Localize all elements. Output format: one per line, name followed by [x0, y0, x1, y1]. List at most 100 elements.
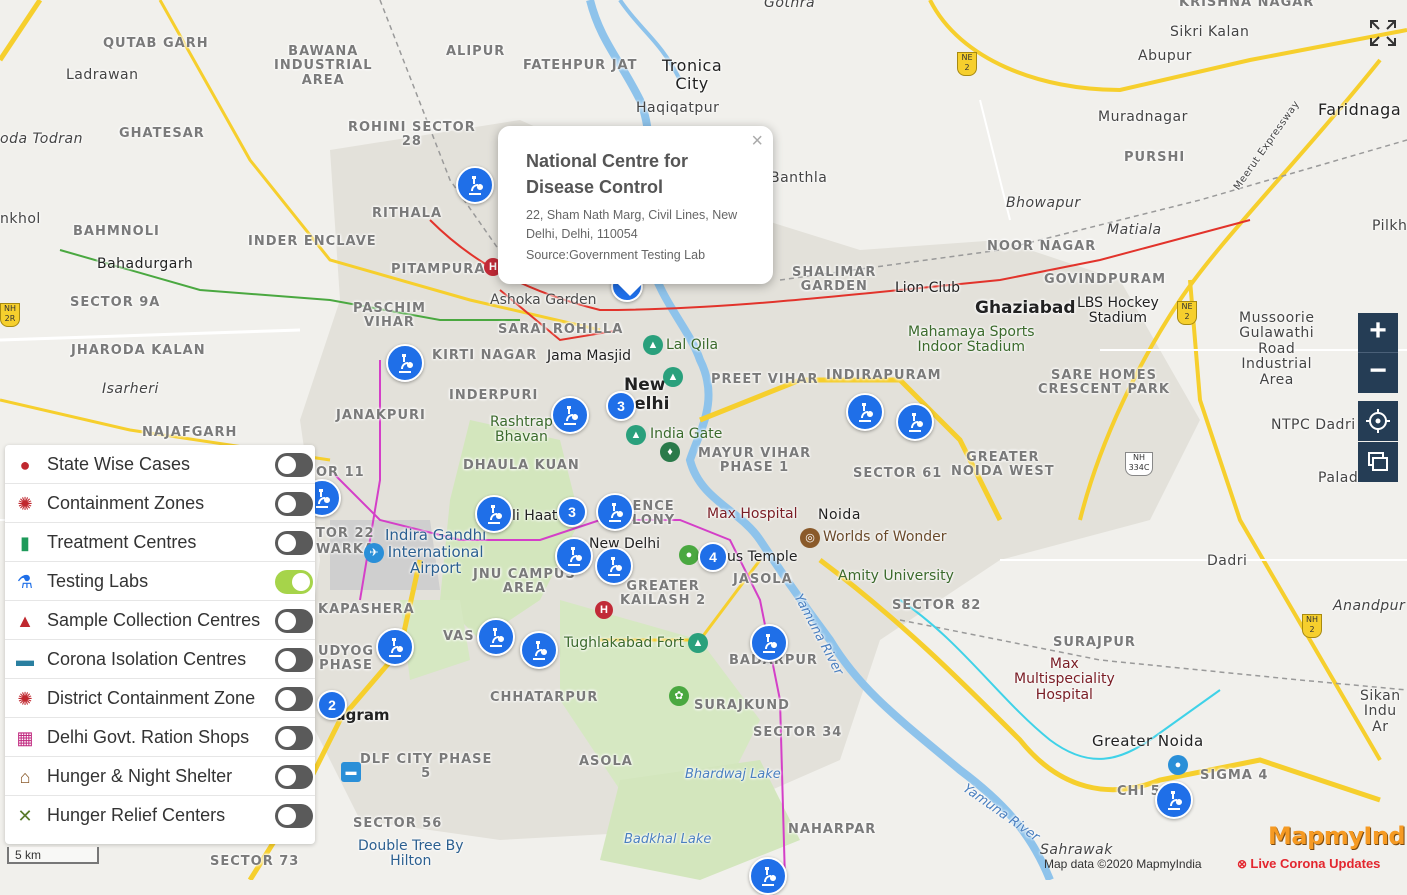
microscope-icon [469, 176, 483, 195]
microscope-icon [608, 557, 622, 576]
bed-icon: ▬ [16, 650, 34, 670]
layer-toggle[interactable] [275, 492, 313, 516]
layer-toggle[interactable] [275, 453, 313, 477]
testing-lab-marker[interactable] [456, 166, 494, 204]
cluster-marker[interactable]: 3 [606, 391, 636, 421]
map-label: Bhardwaj Lake [685, 767, 781, 782]
testing-lab-marker[interactable] [596, 493, 634, 531]
map-label: BAHMNOLI [73, 224, 160, 239]
layer-row[interactable]: ✺ Containment Zones [5, 484, 315, 523]
map-label: JASOLA [733, 572, 793, 587]
map-label: Badkhal Lake [624, 832, 712, 847]
map-label: Tughlakabad Fort [564, 635, 685, 651]
fullscreen-button[interactable] [1366, 16, 1400, 50]
map-label: Isarheri [102, 381, 159, 397]
map-label: SARAI ROHILLA [498, 322, 624, 337]
microscope-icon [399, 354, 413, 373]
hospital-pin-icon[interactable]: ● [1168, 755, 1188, 775]
map-label: Jama Masjid [547, 348, 631, 364]
testing-lab-marker[interactable] [846, 393, 884, 431]
testing-lab-marker[interactable] [520, 631, 558, 669]
highway-shield: NH 2R [0, 303, 20, 327]
toggle-knob [278, 534, 296, 552]
map-label: Amity University [838, 568, 954, 584]
map-label: Paladi [1318, 470, 1363, 486]
layer-row[interactable]: ▲ Sample Collection Centres [5, 601, 315, 640]
map-label: CHHATARPUR [490, 690, 599, 705]
map-label: GREATER KAILASH 2 [620, 579, 707, 609]
cluster-marker[interactable]: 3 [557, 497, 587, 527]
monument-icon[interactable]: ▲ [688, 633, 708, 653]
expand-icon [1370, 20, 1396, 46]
park-icon[interactable]: ✿ [669, 686, 689, 706]
cluster-marker[interactable]: 2 [317, 690, 347, 720]
zoom-out-button[interactable]: − [1358, 353, 1398, 393]
map-label: Greater Noida [1092, 732, 1204, 750]
brand-logo: MapmyIndia [1268, 822, 1407, 850]
testing-lab-marker[interactable] [1155, 781, 1193, 819]
map-label: PASCHIM VIHAR [353, 301, 426, 331]
map-label: Abupur [1138, 48, 1192, 64]
layer-toggle[interactable] [275, 687, 313, 711]
layer-toggle[interactable] [275, 648, 313, 672]
layers-toggle-button[interactable] [1358, 442, 1398, 482]
monument-icon[interactable]: ▲ [626, 425, 646, 445]
live-updates-link[interactable]: ⊗ Live Corona Updates [1237, 856, 1380, 871]
testing-lab-marker[interactable] [477, 618, 515, 656]
testing-lab-marker[interactable] [551, 396, 589, 434]
layer-toggle[interactable] [275, 726, 313, 750]
testing-lab-marker[interactable] [595, 547, 633, 585]
testing-lab-marker[interactable] [386, 344, 424, 382]
map-label: SECTOR 73 [210, 854, 300, 869]
hotel-icon[interactable]: ▬ [341, 762, 361, 782]
amusement-icon[interactable]: ◎ [800, 528, 820, 548]
map-label: SECTOR 34 [753, 725, 843, 740]
close-icon[interactable]: × [751, 130, 763, 153]
map-label: PITAMPURA [391, 262, 486, 277]
layer-toggle[interactable] [275, 570, 313, 594]
monument-icon[interactable]: ▲ [663, 367, 683, 387]
layer-row[interactable]: ▦ Delhi Govt. Ration Shops [5, 718, 315, 757]
camera-icon[interactable]: ● [679, 545, 699, 565]
testing-lab-marker[interactable] [749, 857, 787, 895]
layer-row[interactable]: ✕ Hunger Relief Centers [5, 796, 315, 835]
map-label: Muradnagar [1098, 109, 1188, 125]
memorial-icon[interactable]: ♦ [660, 442, 680, 462]
map-label: KRISHNA NAGAR [1179, 0, 1315, 10]
microscope-icon [564, 406, 578, 425]
airport-icon[interactable]: ✈ [364, 543, 384, 563]
layer-toggle[interactable] [275, 765, 313, 789]
layer-label: Testing Labs [47, 571, 149, 591]
cluster-marker[interactable]: 4 [698, 542, 728, 572]
layer-toggle[interactable] [275, 531, 313, 555]
layer-row[interactable]: ▮ Treatment Centres [5, 523, 315, 562]
testing-lab-marker[interactable] [750, 624, 788, 662]
map-label: GHATESAR [119, 126, 205, 141]
microscope-icon: ⚗ [16, 572, 34, 592]
layer-row[interactable]: ⌂ Hunger & Night Shelter [5, 757, 315, 796]
layer-toggle[interactable] [275, 804, 313, 828]
virus-icon: ✺ [17, 689, 33, 709]
layer-row[interactable]: ● State Wise Cases [5, 445, 315, 484]
stack-icon [1368, 452, 1388, 471]
layer-row[interactable]: ⚗ Testing Labs [5, 562, 315, 601]
microscope-icon [609, 503, 623, 522]
layer-toggle[interactable] [275, 609, 313, 633]
map-label: Ghaziabad [975, 298, 1076, 318]
microscope-icon [490, 628, 504, 647]
layer-row[interactable]: ▬ Corona Isolation Centres [5, 640, 315, 679]
hospital-icon[interactable]: H [595, 601, 613, 619]
testing-lab-marker[interactable] [376, 628, 414, 666]
monument-icon[interactable]: ▲ [643, 335, 663, 355]
testing-lab-marker[interactable] [475, 495, 513, 533]
zoom-in-button[interactable]: + [1358, 313, 1398, 353]
popup-source: Source:Government Testing Lab [526, 248, 706, 262]
locate-button[interactable] [1358, 401, 1398, 441]
toggle-knob [278, 612, 296, 630]
testing-lab-marker[interactable] [555, 537, 593, 575]
map-label: GOVINDPURAM [1044, 272, 1167, 287]
toggle-knob [278, 729, 296, 747]
layer-label: State Wise Cases [47, 454, 191, 474]
layer-row[interactable]: ✺ District Containment Zone [5, 679, 315, 718]
testing-lab-marker[interactable] [896, 403, 934, 441]
